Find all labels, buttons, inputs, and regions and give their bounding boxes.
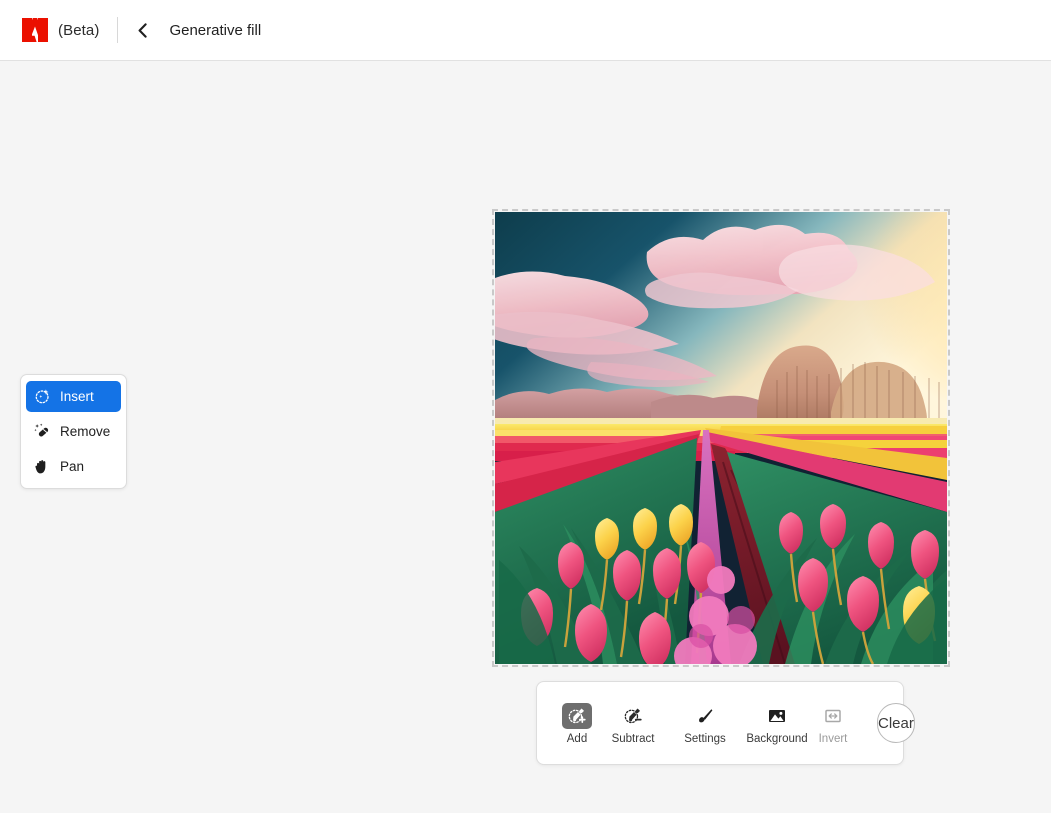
toolbar-item-settings[interactable]: Settings [677, 701, 733, 745]
header-divider [117, 17, 119, 43]
toolbar-group-selection: Add Subtract [549, 694, 661, 752]
canvas-area[interactable]: Insert Remove Pan Add Subtract Settings … [0, 61, 1051, 813]
invert-arrows-icon [818, 703, 848, 729]
magic-wand-icon [33, 423, 51, 441]
image-frame[interactable] [492, 209, 950, 667]
brand-block: (Beta) [0, 18, 99, 42]
tool-item-pan[interactable]: Pan [26, 451, 121, 482]
tool-item-label: Remove [60, 424, 111, 439]
toolbar-item-background[interactable]: Background [746, 701, 808, 745]
adobe-logo-icon [22, 18, 48, 42]
tool-item-remove[interactable]: Remove [26, 416, 121, 447]
toolbar-group-settings: Settings [677, 694, 733, 752]
tool-item-insert[interactable]: Insert [26, 381, 121, 412]
tool-item-label: Pan [60, 459, 85, 474]
brush-minus-icon [618, 703, 648, 729]
tool-panel: Insert Remove Pan [20, 374, 127, 489]
beta-label: (Beta) [58, 21, 100, 39]
image-icon [762, 703, 792, 729]
toolbar-item-label: Settings [684, 733, 726, 745]
paintbrush-icon [690, 703, 720, 729]
chevron-left-icon [138, 22, 147, 38]
toolbar-group-mask: Background Invert [746, 694, 861, 752]
bottom-toolbar: Add Subtract Settings Background Invert … [536, 681, 915, 765]
hand-icon [33, 458, 51, 476]
toolbar-item-label: Add [566, 733, 588, 745]
brush-plus-icon [562, 703, 592, 729]
tool-item-label: Insert [60, 389, 94, 404]
tulip-field-landscape-image[interactable] [495, 212, 947, 664]
sparkle-circle-icon [33, 388, 51, 406]
toolbar-item-invert[interactable]: Invert [805, 701, 861, 745]
toolbar-item-label: Invert [818, 733, 848, 745]
toolbar-item-label: Subtract [611, 733, 655, 745]
toolbar-item-subtract[interactable]: Subtract [605, 701, 661, 745]
tulip-field-artwork [495, 212, 947, 664]
back-button[interactable] [125, 13, 159, 47]
toolbar-item-label: Background [746, 733, 808, 745]
clear-button[interactable]: Clear [877, 703, 915, 743]
page-title: Generative fill [169, 21, 262, 39]
app-header: (Beta) Generative fill [0, 0, 1051, 61]
toolbar-item-add[interactable]: Add [549, 701, 605, 745]
